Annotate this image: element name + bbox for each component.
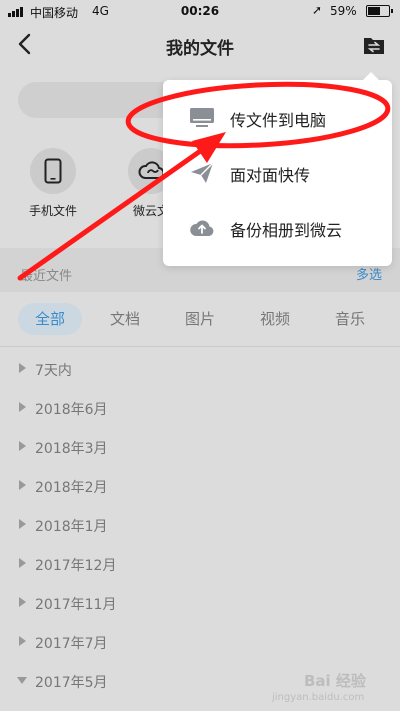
group-label: 2017年12月: [35, 558, 117, 574]
tab-documents[interactable]: 文档: [95, 303, 155, 335]
expand-triangle-icon: [19, 636, 26, 646]
group-label: 2017年11月: [35, 597, 117, 613]
battery-icon: [366, 5, 393, 17]
menu-item-label: 传文件到电脑: [230, 111, 327, 130]
group-row[interactable]: 7天内: [0, 350, 400, 390]
transfer-folder-icon[interactable]: [363, 35, 385, 55]
expand-triangle-icon: [19, 480, 26, 490]
menu-item-label: 面对面快传: [230, 166, 311, 185]
expand-triangle-icon: [19, 402, 26, 412]
watermark-url: jingyan.baidu.com: [272, 692, 365, 703]
add-menu-popup: 传文件到电脑 面对面快传 备份相册到微云: [163, 72, 392, 266]
expand-triangle-icon: [19, 519, 26, 529]
group-label: 2018年1月: [35, 519, 108, 535]
expand-triangle-icon: [19, 363, 26, 373]
battery-percent: 59%: [330, 4, 357, 18]
status-bar: 中国移动 4G 00:26 ➚ 59%: [0, 0, 400, 22]
menu-caret: [363, 72, 379, 80]
menu-item-face-to-face[interactable]: 面对面快传: [163, 145, 392, 201]
group-row[interactable]: 2018年3月: [0, 428, 400, 468]
expand-triangle-icon: [19, 441, 26, 451]
group-row[interactable]: 2018年2月: [0, 467, 400, 507]
group-row[interactable]: 2018年6月: [0, 389, 400, 429]
multi-select-button[interactable]: 多选: [356, 264, 382, 283]
group-row[interactable]: 2018年1月: [0, 506, 400, 546]
watermark-brand: Bai 经验: [304, 672, 366, 690]
nav-bar: 我的文件: [0, 22, 400, 68]
tabs-divider: [0, 346, 400, 347]
recent-files-title: 最近文件: [20, 269, 73, 284]
phone-files-label: 手机文件: [28, 204, 77, 218]
tab-images[interactable]: 图片: [170, 303, 230, 335]
page-title: 我的文件: [166, 39, 234, 59]
location-arrow-icon: ➚: [312, 3, 323, 17]
collapse-triangle-icon: [17, 677, 27, 684]
expand-triangle-icon: [19, 558, 26, 568]
group-label: 2018年6月: [35, 402, 108, 418]
group-row[interactable]: 2017年11月: [0, 584, 400, 624]
group-label: 2018年2月: [35, 480, 108, 496]
phone-files-entry[interactable]: 手机文件: [13, 148, 93, 219]
paper-plane-icon: [191, 162, 214, 183]
phone-icon: [30, 148, 76, 194]
expand-triangle-icon: [19, 597, 26, 607]
tab-music[interactable]: 音乐: [320, 303, 380, 335]
group-row[interactable]: 2017年7月: [0, 623, 400, 663]
group-label: 7天内: [35, 363, 72, 379]
cloud-upload-icon: [190, 220, 214, 236]
tab-videos[interactable]: 视频: [245, 303, 305, 335]
monitor-icon: [190, 108, 214, 127]
group-label: 2017年7月: [35, 636, 108, 652]
group-row[interactable]: 2017年12月: [0, 545, 400, 585]
menu-item-send-to-pc[interactable]: 传文件到电脑: [163, 90, 392, 146]
menu-item-label: 备份相册到微云: [230, 221, 343, 240]
group-label: 2018年3月: [35, 441, 108, 457]
group-label: 2017年5月: [35, 675, 108, 691]
baidu-jingyan-watermark: Bai 经验 jingyan.baidu.com: [270, 670, 392, 704]
menu-item-backup-album[interactable]: 备份相册到微云: [163, 200, 392, 256]
tab-all[interactable]: 全部: [18, 303, 82, 335]
